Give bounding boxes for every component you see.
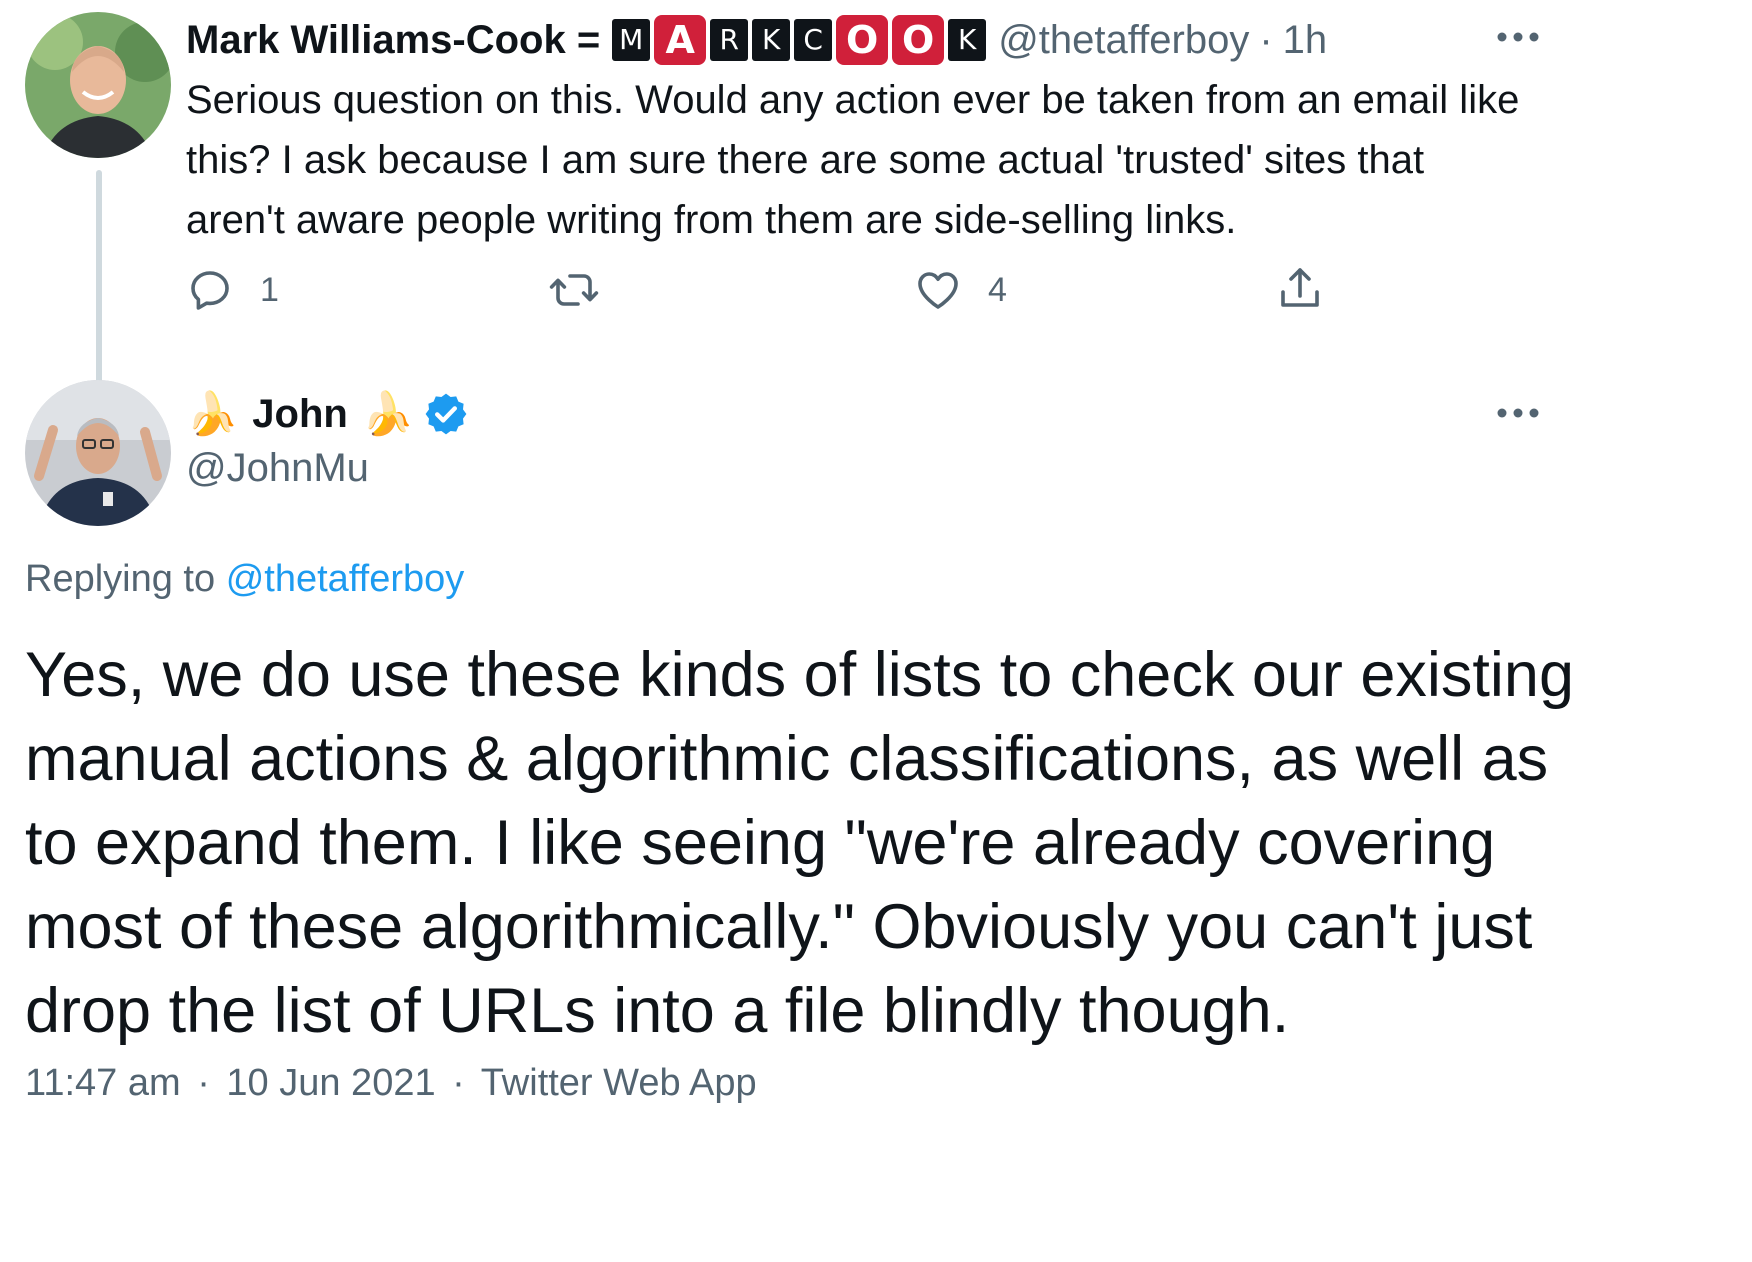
meta-separator: ·	[452, 1062, 465, 1104]
reply-button[interactable]: 1	[186, 266, 279, 314]
badge-letter-tile: C	[794, 19, 833, 61]
parent-separator: ·	[1259, 17, 1273, 62]
tweet-source[interactable]: Twitter Web App	[481, 1062, 757, 1104]
heart-icon	[918, 272, 958, 309]
main-text-line: Yes, we do use these kinds of lists to c…	[25, 640, 1575, 710]
retweet-button[interactable]	[548, 266, 600, 314]
replying-to: Replying to @thetafferboy	[25, 556, 464, 602]
avatar-mark-image	[25, 12, 171, 158]
main-text-line: to expand them. I like seeing "we're alr…	[25, 808, 1496, 878]
banana-emoji-right: 🍌	[361, 390, 415, 437]
share-button[interactable]	[1276, 264, 1324, 314]
meta-separator: ·	[197, 1062, 210, 1104]
banana-emoji-left: 🍌	[186, 390, 239, 437]
reply-icon	[191, 271, 229, 310]
badge-letter-tile: M	[612, 19, 651, 61]
badge-letter-tile: O	[836, 15, 889, 65]
main-tweet-text: Yes, we do use these kinds of lists to c…	[25, 633, 1745, 1053]
tweet-time[interactable]: 11:47 am	[25, 1062, 181, 1104]
badge-letter-tile: O	[892, 15, 945, 65]
share-icon	[1281, 268, 1319, 307]
main-text-line: drop the list of URLs into a file blindl…	[25, 976, 1290, 1046]
parent-more-button[interactable]	[1496, 28, 1540, 51]
parent-text-line: aren't aware people writing from them ar…	[186, 198, 1237, 242]
main-more-button[interactable]	[1496, 404, 1540, 427]
replying-to-label: Replying to	[25, 558, 216, 600]
avatar-john-image	[25, 380, 171, 526]
main-text-line: manual actions & algorithmic classificat…	[25, 724, 1549, 794]
reply-count: 1	[260, 270, 279, 309]
retweet-icon	[549, 274, 599, 306]
markcook-name-badge: MARKCOOK	[612, 15, 987, 65]
parent-timestamp[interactable]: 1h	[1283, 18, 1328, 63]
more-dots-icon	[1497, 408, 1539, 418]
badge-letter-tile: K	[948, 19, 987, 61]
badge-letter-tile: A	[654, 15, 707, 65]
badge-letter-tile: R	[710, 19, 749, 61]
like-button[interactable]: 4	[914, 266, 1007, 314]
verified-badge-icon	[425, 393, 467, 435]
main-author-name[interactable]: John	[252, 390, 348, 438]
parent-author-name[interactable]: Mark Williams-Cook =	[186, 16, 600, 64]
tweet-meta: 11:47 am · 10 Jun 2021 · Twitter Web App	[25, 1060, 757, 1106]
parent-tweet-text: Serious question on this. Would any acti…	[186, 70, 1586, 250]
avatar-mark[interactable]	[25, 12, 171, 158]
replying-to-handle-link[interactable]: @thetafferboy	[226, 558, 465, 600]
tweet-date[interactable]: 10 Jun 2021	[226, 1062, 435, 1104]
like-count: 4	[988, 270, 1007, 309]
thread-connector-line	[96, 170, 102, 412]
main-header: 🍌 John 🍌	[186, 386, 470, 442]
parent-text-line: Serious question on this. Would any acti…	[186, 78, 1520, 122]
more-dots-icon	[1497, 32, 1539, 42]
avatar-john[interactable]	[25, 380, 171, 526]
badge-letter-tile: K	[752, 19, 791, 61]
parent-header: Mark Williams-Cook = MARKCOOK @thetaffer…	[186, 15, 1328, 65]
parent-handle[interactable]: @thetafferboy	[998, 18, 1249, 63]
main-handle[interactable]: @JohnMu	[186, 444, 369, 492]
main-text-line: most of these algorithmically." Obviousl…	[25, 892, 1533, 962]
parent-text-line: this? I ask because I am sure there are …	[186, 138, 1425, 182]
